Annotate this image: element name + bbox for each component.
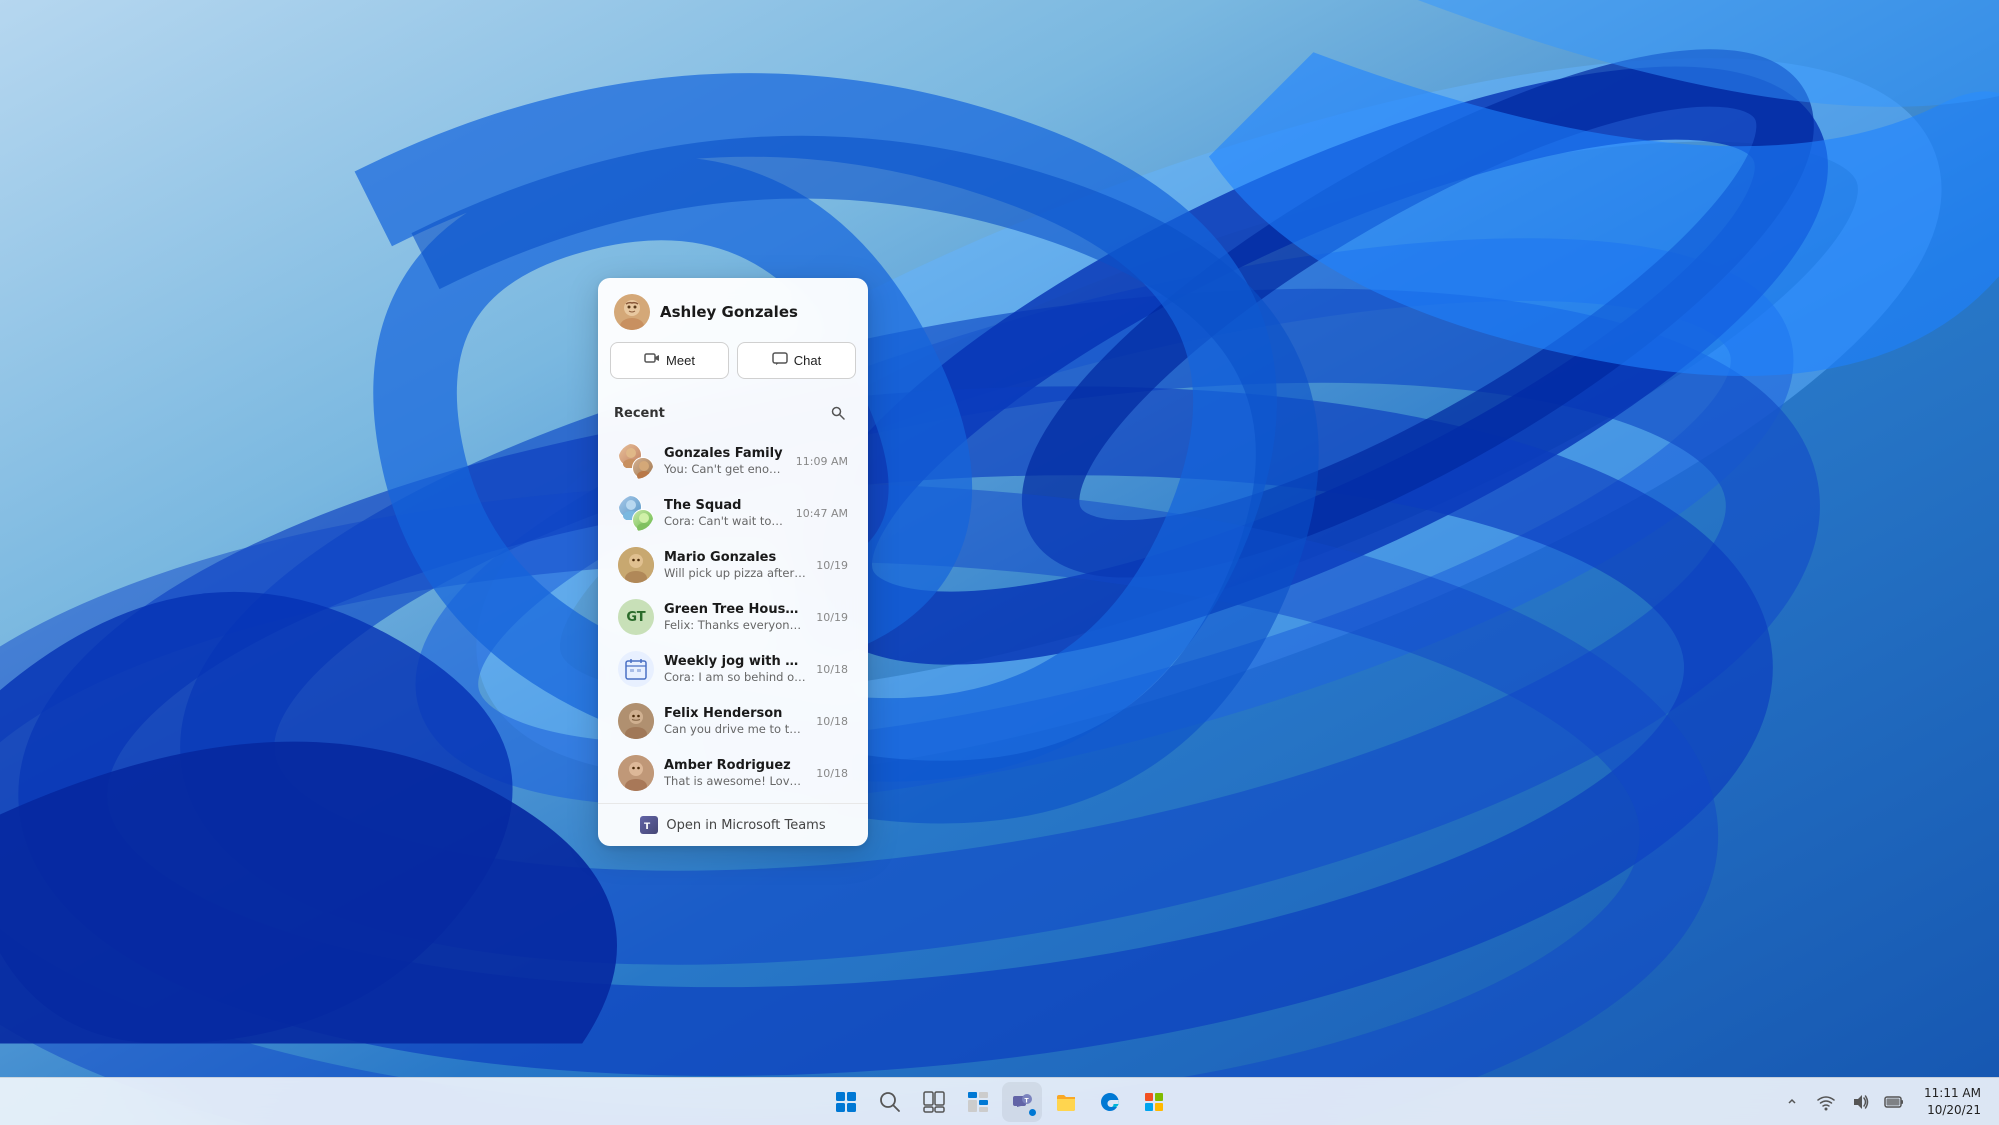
volume-icon[interactable] xyxy=(1844,1086,1876,1118)
chat-time: 10:47 AM xyxy=(796,507,848,520)
avatar xyxy=(618,443,654,479)
avatar xyxy=(618,755,654,791)
list-item[interactable]: GT Green Tree House PTA Felix: Thanks ev… xyxy=(602,591,864,643)
teams-chat-button[interactable]: T xyxy=(1002,1082,1042,1122)
list-item[interactable]: Felix Henderson Can you drive me to the … xyxy=(602,695,864,747)
chat-preview: Felix: Thanks everyone for attending tod… xyxy=(664,618,806,632)
chat-preview: You: Can't get enough of her. xyxy=(664,462,786,476)
meet-label: Meet xyxy=(666,353,695,368)
chat-name: Weekly jog with Cora xyxy=(664,654,806,669)
chat-time: 10/18 xyxy=(816,715,848,728)
chat-preview: Will pick up pizza after my practice. xyxy=(664,566,806,580)
wallpaper-swirl xyxy=(0,0,1999,1125)
chat-name: Gonzales Family xyxy=(664,446,786,461)
avatar: GT xyxy=(618,599,654,635)
avatar xyxy=(618,651,654,687)
chat-info: Gonzales Family You: Can't get enough of… xyxy=(664,446,786,476)
recent-label: Recent xyxy=(614,406,665,421)
avatar xyxy=(618,495,654,531)
svg-text:T: T xyxy=(644,822,651,832)
chat-button[interactable]: Chat xyxy=(737,342,856,379)
chat-info: Green Tree House PTA Felix: Thanks every… xyxy=(664,602,806,632)
chat-name: Mario Gonzales xyxy=(664,550,806,565)
widgets-button[interactable] xyxy=(958,1082,998,1122)
list-item[interactable]: Mario Gonzales Will pick up pizza after … xyxy=(602,539,864,591)
search-taskbar-button[interactable] xyxy=(870,1082,910,1122)
avatar xyxy=(618,703,654,739)
notification-dot xyxy=(1029,1109,1036,1116)
user-name: Ashley Gonzales xyxy=(660,303,798,321)
chat-preview: Cora: Can't wait to see everyone! xyxy=(664,514,786,528)
action-buttons: Meet Chat xyxy=(598,342,868,391)
user-avatar xyxy=(614,294,650,330)
battery-icon[interactable] xyxy=(1878,1086,1910,1118)
teams-chat-wrapper: T xyxy=(1002,1082,1042,1122)
teams-icon: T xyxy=(640,816,658,834)
wifi-icon[interactable] xyxy=(1810,1086,1842,1118)
chat-time: 10/19 xyxy=(816,559,848,572)
taskbar-clock[interactable]: 11:11 AM 10/20/21 xyxy=(1918,1081,1987,1123)
chat-name: The Squad xyxy=(664,498,786,513)
list-item[interactable]: Weekly jog with Cora Cora: I am so behin… xyxy=(602,643,864,695)
panel-header: Ashley Gonzales xyxy=(598,278,868,342)
task-view-button[interactable] xyxy=(914,1082,954,1122)
taskbar-center: T xyxy=(826,1082,1174,1122)
meet-icon xyxy=(644,351,660,370)
chat-name: Amber Rodriguez xyxy=(664,758,806,773)
meet-button[interactable]: Meet xyxy=(610,342,729,379)
chat-label: Chat xyxy=(794,353,821,368)
chat-time: 10/19 xyxy=(816,611,848,624)
chat-time: 11:09 AM xyxy=(796,455,848,468)
open-teams-button[interactable]: T Open in Microsoft Teams xyxy=(598,803,868,846)
desktop: Ashley Gonzales Meet xyxy=(0,0,1999,1125)
chat-info: Mario Gonzales Will pick up pizza after … xyxy=(664,550,806,580)
taskbar-right: 11:11 AM 10/20/21 xyxy=(1776,1081,1987,1123)
chat-time: 10/18 xyxy=(816,767,848,780)
recent-header: Recent xyxy=(614,399,852,427)
chat-info: Felix Henderson Can you drive me to the … xyxy=(664,706,806,736)
clock-time: 11:11 AM xyxy=(1924,1085,1981,1102)
file-explorer-button[interactable] xyxy=(1046,1082,1086,1122)
chat-info: Weekly jog with Cora Cora: I am so behin… xyxy=(664,654,806,684)
avatar xyxy=(618,547,654,583)
open-teams-label: Open in Microsoft Teams xyxy=(666,818,825,833)
chat-time: 10/18 xyxy=(816,663,848,676)
list-item[interactable]: The Squad Cora: Can't wait to see everyo… xyxy=(602,487,864,539)
chat-list: Gonzales Family You: Can't get enough of… xyxy=(598,435,868,799)
search-button[interactable] xyxy=(824,399,852,427)
chat-icon xyxy=(772,351,788,370)
chat-name: Green Tree House PTA xyxy=(664,602,806,617)
tray-chevron[interactable] xyxy=(1776,1086,1808,1118)
chat-preview: Can you drive me to the PTA today? xyxy=(664,722,806,736)
start-button[interactable] xyxy=(826,1082,866,1122)
tray-icons xyxy=(1776,1086,1910,1118)
chat-info: Amber Rodriguez That is awesome! Love it… xyxy=(664,758,806,788)
taskbar: T xyxy=(0,1077,1999,1125)
list-item[interactable]: Amber Rodriguez That is awesome! Love it… xyxy=(602,747,864,799)
chat-name: Felix Henderson xyxy=(664,706,806,721)
store-button[interactable] xyxy=(1134,1082,1174,1122)
list-item[interactable]: Gonzales Family You: Can't get enough of… xyxy=(602,435,864,487)
recent-section: Recent xyxy=(598,391,868,435)
chat-preview: That is awesome! Love it! xyxy=(664,774,806,788)
clock-date: 10/20/21 xyxy=(1924,1102,1981,1119)
chat-panel: Ashley Gonzales Meet xyxy=(598,278,868,846)
chat-preview: Cora: I am so behind on my step goals. xyxy=(664,670,806,684)
chat-info: The Squad Cora: Can't wait to see everyo… xyxy=(664,498,786,528)
edge-button[interactable] xyxy=(1090,1082,1130,1122)
